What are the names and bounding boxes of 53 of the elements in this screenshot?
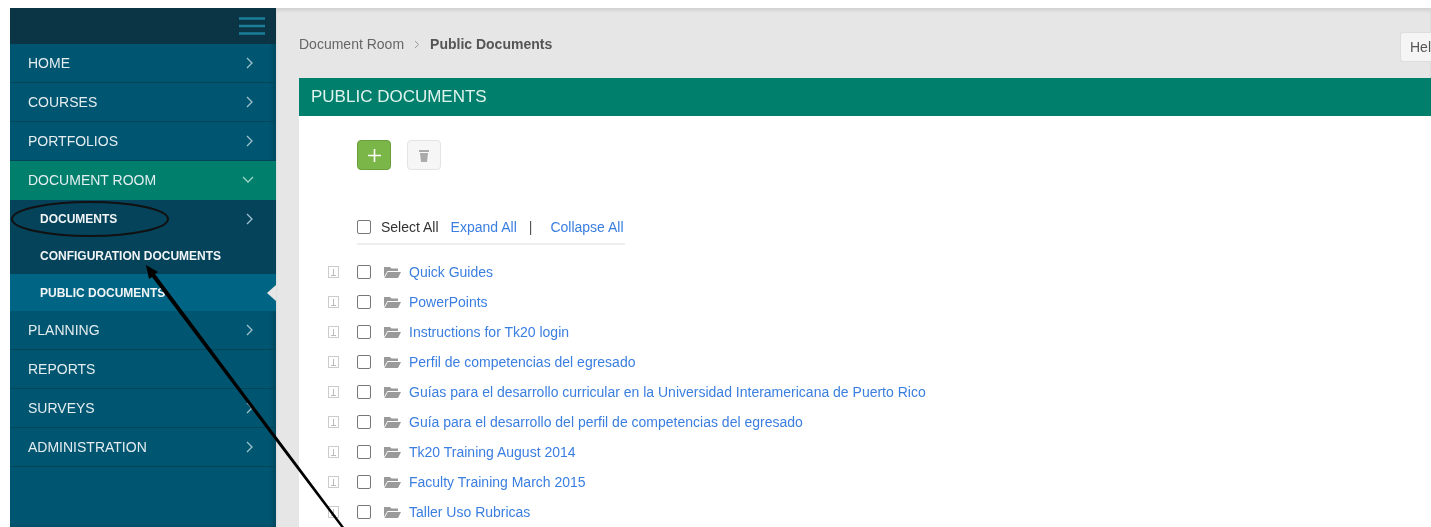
folder-icon bbox=[384, 386, 401, 398]
checkbox[interactable] bbox=[357, 265, 371, 279]
expand-toggle-icon[interactable] bbox=[328, 416, 339, 428]
expand-toggle-icon[interactable] bbox=[328, 266, 339, 278]
expand-toggle-icon[interactable] bbox=[328, 476, 339, 488]
folder-icon bbox=[384, 446, 401, 458]
expand-toggle-icon[interactable] bbox=[328, 446, 339, 458]
trash-icon bbox=[419, 148, 429, 162]
expand-toggle-icon[interactable] bbox=[328, 326, 339, 338]
folder-link[interactable]: Guías para el desarrollo curricular en la Universidad Interamericana de Puerto Rico bbox=[409, 384, 926, 400]
link-separator: | bbox=[528, 219, 533, 235]
panel-title: PUBLIC DOCUMENTS bbox=[311, 87, 487, 107]
add-button[interactable] bbox=[357, 140, 391, 170]
plus-icon bbox=[367, 148, 381, 162]
submenu-item[interactable]: DOCUMENTS bbox=[10, 200, 276, 237]
menu-icon[interactable] bbox=[239, 17, 265, 35]
folder-link[interactable]: PowerPoints bbox=[409, 294, 488, 310]
collapse-all-link[interactable]: Collapse All bbox=[550, 219, 624, 235]
folder-link[interactable]: Faculty Training March 2015 bbox=[409, 474, 586, 490]
folder-icon bbox=[384, 356, 401, 368]
chevron-right-icon bbox=[414, 39, 421, 49]
expand-all-link[interactable]: Expand All bbox=[450, 219, 517, 235]
folder-icon bbox=[384, 476, 401, 488]
folder-link[interactable]: Guía para el desarrollo del perfil de competencias del egresado bbox=[409, 414, 803, 430]
folder-icon bbox=[384, 266, 401, 278]
submenu-item[interactable]: PUBLIC DOCUMENTS bbox=[10, 274, 276, 311]
folder-link[interactable]: Tk20 Training August 2014 bbox=[409, 444, 576, 460]
folder-icon bbox=[384, 326, 401, 338]
folder-link[interactable]: Perfil de competencias del egresado bbox=[409, 354, 636, 370]
select-all-label: Select All bbox=[381, 219, 439, 235]
checkbox[interactable] bbox=[357, 325, 371, 339]
breadcrumb-item: Public Documents bbox=[430, 36, 553, 52]
checkbox[interactable] bbox=[357, 385, 371, 399]
checkbox[interactable] bbox=[357, 220, 371, 234]
folder-link[interactable]: Quick Guides bbox=[409, 264, 494, 280]
expand-toggle-icon[interactable] bbox=[328, 386, 339, 398]
checkbox[interactable] bbox=[357, 505, 371, 519]
expand-toggle-icon[interactable] bbox=[328, 296, 339, 308]
checkbox[interactable] bbox=[357, 415, 371, 429]
submenu-item[interactable]: CONFIGURATION DOCUMENTS bbox=[10, 237, 276, 274]
folder-icon bbox=[384, 296, 401, 308]
expand-toggle-icon[interactable] bbox=[328, 356, 339, 368]
help-button[interactable]: Hel bbox=[1400, 32, 1431, 62]
checkbox[interactable] bbox=[357, 295, 371, 309]
checkbox[interactable] bbox=[357, 475, 371, 489]
folder-icon bbox=[384, 416, 401, 428]
checkbox[interactable] bbox=[357, 355, 371, 369]
checkbox[interactable] bbox=[357, 445, 371, 459]
folder-link[interactable]: Instructions for Tk20 login bbox=[409, 324, 570, 340]
folder-icon bbox=[384, 506, 401, 518]
menu-item[interactable]: DOCUMENT ROOM bbox=[10, 161, 276, 200]
breadcrumb-item[interactable]: Document Room bbox=[299, 36, 405, 52]
folder-link[interactable]: Taller Uso Rubricas bbox=[409, 504, 531, 520]
